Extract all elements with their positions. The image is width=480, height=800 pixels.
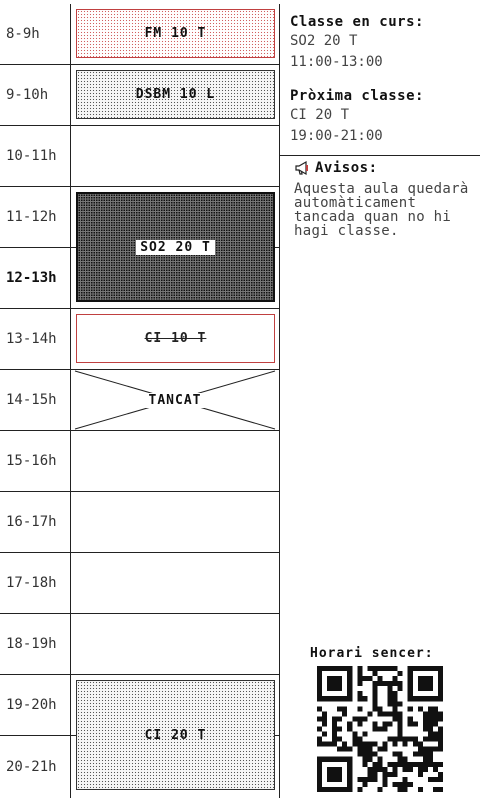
next-class-title: Pròxima classe: bbox=[290, 88, 424, 104]
time-slot-label: 8-9h bbox=[0, 4, 70, 65]
time-slot-label: 10-11h bbox=[0, 126, 70, 187]
qr-code-icon[interactable] bbox=[317, 666, 443, 792]
notices-text: Aquesta aula quedarà automàticament tanc… bbox=[294, 181, 469, 239]
next-class-time: 19:00-21:00 bbox=[290, 128, 383, 144]
current-class-title: Classe en curs: bbox=[290, 14, 424, 30]
time-slot-label: 18-19h bbox=[0, 614, 70, 675]
time-slot-label: 15-16h bbox=[0, 431, 70, 492]
classroom-display: 8-9h 9-10h 10-11h 11-12h 12-13h 13-14h 14-15h 1… bbox=[0, 0, 480, 800]
class-block-label: SO2 20 T bbox=[136, 239, 215, 255]
slot-separator bbox=[71, 64, 279, 65]
slot-separator bbox=[71, 674, 279, 675]
panel-divider bbox=[280, 155, 480, 156]
current-class-name: SO2 20 T bbox=[290, 33, 358, 49]
slot-separator bbox=[71, 552, 279, 553]
notices-title: Avisos: bbox=[315, 160, 378, 176]
slot-separator bbox=[71, 125, 279, 126]
class-block-label: CI 20 T bbox=[144, 727, 207, 743]
class-block[interactable]: CI 10 T bbox=[76, 314, 275, 363]
class-block-label: FM 10 T bbox=[144, 26, 207, 41]
class-block[interactable]: FM 10 T bbox=[76, 9, 275, 58]
slot-separator bbox=[71, 186, 279, 187]
class-block-label: CI 10 T bbox=[144, 331, 207, 346]
schedule-column: FM 10 T DSBM 10 L SO2 20 T CI 10 T TANCAT CI … bbox=[70, 4, 280, 798]
next-class-section: Pròxima classe: CI 20 T 19:00-21:00 bbox=[290, 88, 424, 147]
full-schedule-section: Horari sencer: bbox=[310, 646, 460, 792]
time-slot-label: 9-10h bbox=[0, 65, 70, 126]
next-class-name: CI 20 T bbox=[290, 107, 350, 123]
class-block[interactable]: DSBM 10 L bbox=[76, 70, 275, 119]
time-slot-label: 16-17h bbox=[0, 492, 70, 553]
time-slot-label: 11-12h bbox=[0, 187, 70, 248]
megaphone-icon bbox=[295, 160, 308, 176]
class-block-label: TANCAT bbox=[144, 392, 206, 408]
full-schedule-title: Horari sencer: bbox=[310, 646, 434, 661]
notices-section: Avisos: Aquesta aula quedarà automàticam… bbox=[294, 160, 480, 238]
current-class-section: Classe en curs: SO2 20 T 11:00-13:00 bbox=[290, 14, 424, 73]
time-slot-label: 12-13h bbox=[0, 248, 70, 309]
current-class-time: 11:00-13:00 bbox=[290, 54, 383, 70]
class-block[interactable]: SO2 20 T bbox=[76, 192, 275, 302]
slot-separator bbox=[71, 430, 279, 431]
slot-separator bbox=[71, 613, 279, 614]
class-block[interactable]: CI 20 T bbox=[76, 680, 275, 790]
time-slot-label: 14-15h bbox=[0, 370, 70, 431]
class-block[interactable]: TANCAT bbox=[71, 370, 279, 430]
slot-separator bbox=[71, 491, 279, 492]
time-slot-label: 19-20h bbox=[0, 675, 70, 736]
slot-separator bbox=[71, 308, 279, 309]
time-slot-label: 20-21h bbox=[6, 758, 57, 775]
time-column: 8-9h 9-10h 10-11h 11-12h 12-13h 13-14h 14-15h 1… bbox=[0, 0, 70, 800]
time-slot-label: 13-14h bbox=[0, 309, 70, 370]
class-block-label: DSBM 10 L bbox=[135, 87, 216, 102]
time-slot-label: 17-18h bbox=[0, 553, 70, 614]
